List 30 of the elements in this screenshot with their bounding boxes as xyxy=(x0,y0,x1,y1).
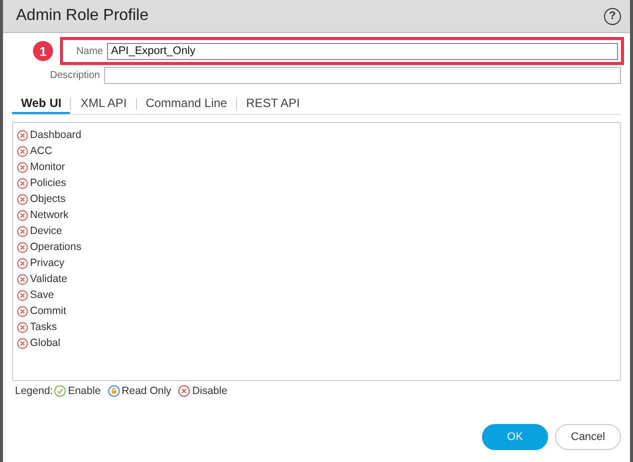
permission-label: Dashboard xyxy=(30,129,82,141)
tab[interactable]: Command Line xyxy=(136,94,236,114)
permission-label: Network xyxy=(30,209,69,221)
text-field[interactable] xyxy=(104,67,621,84)
permission-label: Policies xyxy=(30,177,66,189)
tab[interactable]: REST API xyxy=(237,94,309,114)
text-field[interactable]: API_Export_Only xyxy=(107,42,618,60)
permission-label: Commit xyxy=(30,305,66,317)
permission-label: Save xyxy=(30,289,54,301)
permission-label: Privacy xyxy=(30,257,64,269)
tab[interactable]: XML API xyxy=(71,94,136,114)
legend-text: Disable xyxy=(192,385,228,397)
dialog-title: Admin Role Profile xyxy=(16,7,148,25)
legend-label: Legend: xyxy=(15,385,53,397)
permission-label: Device xyxy=(30,225,62,237)
field-label: Name xyxy=(75,46,103,56)
legend-text: Read Only xyxy=(122,385,172,397)
cancel-button[interactable]: Cancel xyxy=(555,424,621,450)
permission-label: Global xyxy=(30,337,60,349)
permission-label: ACC xyxy=(30,145,52,157)
help-button[interactable]: ? xyxy=(604,8,621,24)
permission-label: Tasks xyxy=(30,321,57,333)
permission-label: Objects xyxy=(30,193,66,205)
legend-text: Enable xyxy=(68,385,101,397)
tab[interactable]: Web UI xyxy=(12,94,70,114)
field-label: Description xyxy=(48,70,100,81)
permission-label: Validate xyxy=(30,273,68,285)
callout-badge: 1 xyxy=(33,41,53,61)
permission-label: Monitor xyxy=(30,161,66,173)
permission-label: Operations xyxy=(30,241,82,253)
